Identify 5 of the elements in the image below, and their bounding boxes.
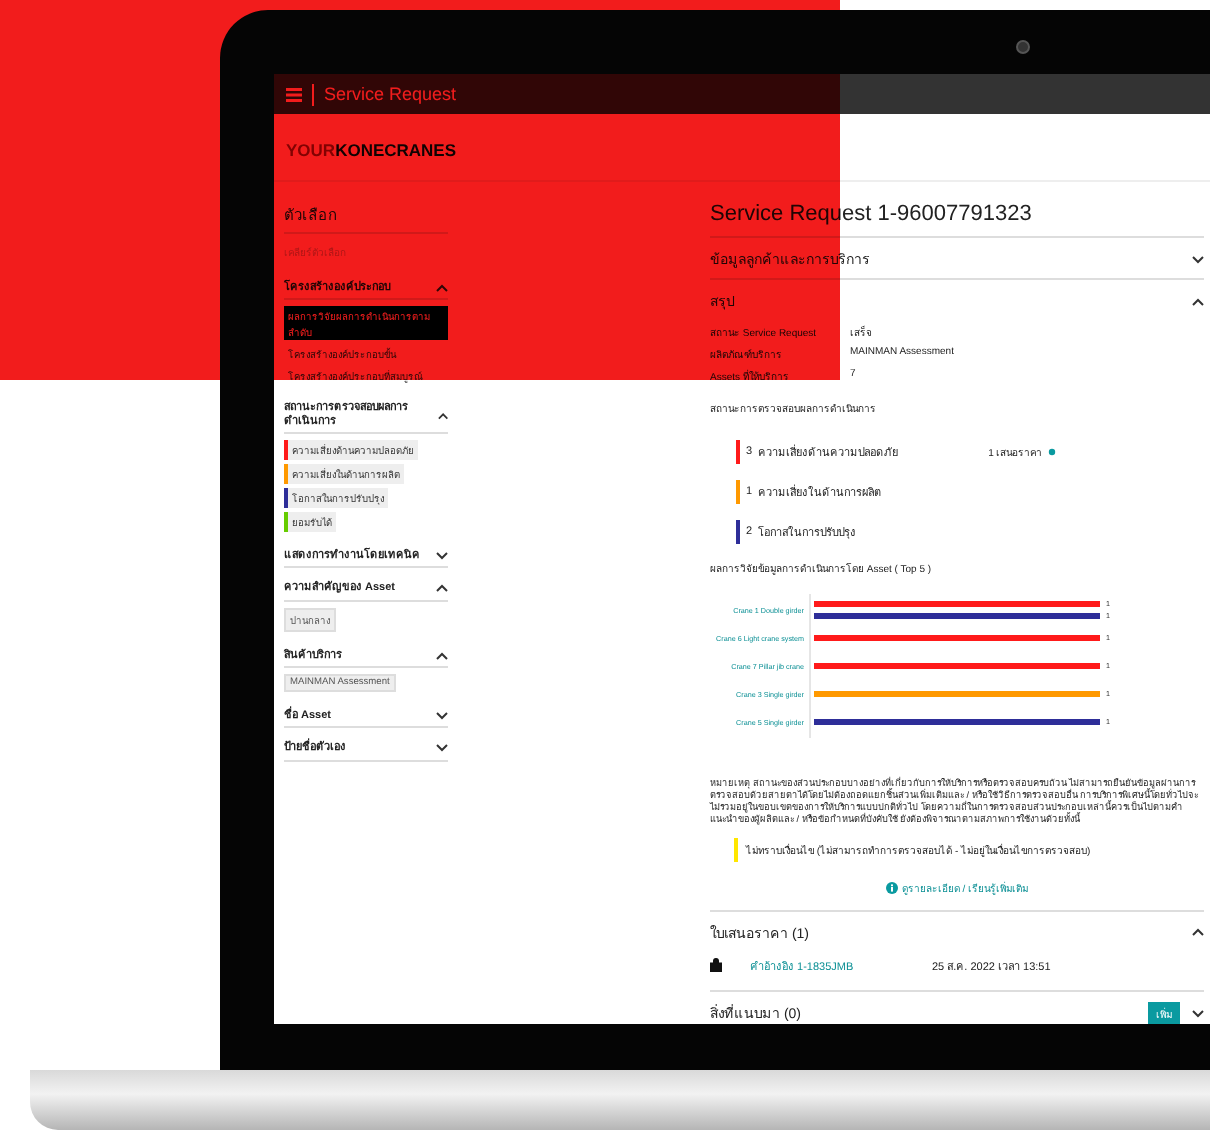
- menu-icon[interactable]: [286, 87, 302, 101]
- bag-icon: [710, 958, 722, 973]
- page-title: Service Request: [324, 84, 457, 104]
- logo[interactable]: YOURKONECRANES: [286, 129, 457, 165]
- webcam-dot: [1016, 40, 1030, 54]
